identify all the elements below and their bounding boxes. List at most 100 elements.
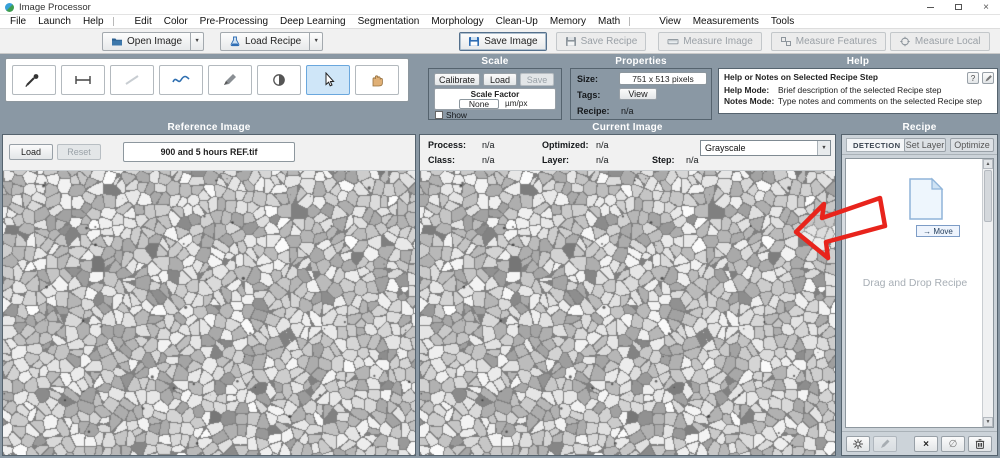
notes-pencil-icon	[985, 74, 992, 81]
scroll-up-icon: ▲	[985, 161, 991, 167]
help-question-icon: ?	[970, 73, 976, 83]
tool-pencil-button[interactable]	[208, 65, 252, 95]
open-image-dropdown-button[interactable]: ▼	[191, 31, 205, 51]
tool-pointer-select-button[interactable]	[306, 65, 350, 95]
recipe-value: n/a	[621, 106, 634, 116]
drag-and-drop-hint: Drag and Drop Recipe	[862, 277, 968, 289]
scroll-up-button[interactable]: ▲	[983, 159, 993, 169]
save-disk-icon	[565, 36, 576, 46]
size-value: 751 x 513 pixels	[619, 72, 707, 85]
optimize-button[interactable]: Optimize	[950, 138, 994, 152]
help-mode-text: Brief description of the selected Recipe…	[778, 85, 942, 95]
current-image-panel: Process: n/a Optimized: n/a Class: n/a L…	[419, 134, 836, 456]
tool-eyedropper-button[interactable]	[12, 65, 56, 95]
step-value: n/a	[686, 155, 699, 165]
menu-morphology[interactable]: Morphology	[425, 16, 489, 27]
recipe-delete-button[interactable]	[968, 436, 992, 452]
recipe-label: Recipe:	[577, 106, 610, 116]
tool-pan-hand-button[interactable]	[355, 65, 399, 95]
close-button[interactable]: ×	[972, 0, 1000, 14]
show-scale-label: Show	[446, 110, 467, 120]
menu-pre-processing[interactable]: Pre-Processing	[194, 16, 274, 27]
recipe-scrollbar[interactable]: ▲ ▼	[982, 159, 993, 427]
save-recipe-label: Save Recipe	[580, 35, 638, 47]
measure-local-label: Measure Local	[914, 35, 981, 47]
recipe-edit-button[interactable]	[873, 436, 897, 452]
reference-controls-strip: Load Reset 900 and 5 hours REF.tif	[3, 135, 415, 171]
menu-segmentation[interactable]: Segmentation	[352, 16, 426, 27]
menu-separator	[112, 17, 114, 26]
save-image-button[interactable]: Save Image	[459, 31, 547, 51]
load-recipe-button[interactable]: Load Recipe	[220, 31, 311, 51]
reference-image-canvas[interactable]	[3, 171, 415, 455]
display-mode-select[interactable]: Grayscale ▼	[700, 140, 831, 156]
recipe-disable-button[interactable]: ∅	[941, 436, 965, 452]
optimized-value: n/a	[596, 140, 609, 150]
class-label: Class:	[428, 155, 456, 165]
tool-contrast-button[interactable]	[257, 65, 301, 95]
menu-help[interactable]: Help	[77, 16, 110, 27]
help-box-title: Help or Notes on Selected Recipe Step	[724, 72, 879, 82]
measure-local-button[interactable]: Measure Local	[889, 31, 990, 51]
load-recipe-dropdown-button[interactable]: ▼	[310, 31, 324, 51]
measure-image-label: Measure Image	[683, 35, 753, 47]
menu-memory[interactable]: Memory	[544, 16, 592, 27]
menu-clean-up[interactable]: Clean-Up	[490, 16, 544, 27]
reference-reset-button[interactable]: Reset	[57, 144, 101, 160]
menu-edit[interactable]: Edit	[129, 16, 158, 27]
measure-image-button[interactable]: Measure Image	[658, 31, 762, 51]
menu-color[interactable]: Color	[158, 16, 194, 27]
detection-tab[interactable]: DETECTION	[846, 138, 908, 152]
help-mode-button[interactable]: ?	[967, 72, 979, 84]
trash-icon	[975, 439, 985, 449]
menu-tools[interactable]: Tools	[765, 16, 800, 27]
menu-launch[interactable]: Launch	[32, 16, 77, 27]
tags-label: Tags:	[577, 90, 601, 100]
layer-value: n/a	[596, 155, 609, 165]
show-scale-checkbox[interactable]	[435, 111, 443, 119]
clear-x-icon: ×	[923, 438, 929, 450]
tool-measure-line-button[interactable]	[61, 65, 105, 95]
step-label: Step:	[652, 155, 675, 165]
process-label: Process:	[428, 140, 467, 150]
recipe-clear-button[interactable]: ×	[914, 436, 938, 452]
process-value: n/a	[482, 140, 495, 150]
pan-hand-icon	[372, 75, 383, 87]
menu-measurements[interactable]: Measurements	[687, 16, 765, 27]
recipe-flask-icon	[230, 36, 240, 46]
tool-palette	[5, 58, 409, 102]
current-image-canvas[interactable]	[420, 171, 835, 455]
edit-pencil-icon	[881, 439, 890, 448]
scroll-down-icon: ▼	[985, 419, 991, 425]
menu-math[interactable]: Math	[592, 16, 626, 27]
menu-file[interactable]: File	[4, 16, 32, 27]
scale-load-button[interactable]: Load	[483, 73, 517, 86]
tool-profile-button[interactable]	[159, 65, 203, 95]
scroll-down-button[interactable]: ▼	[983, 417, 993, 427]
recipe-drop-area[interactable]: → Move Drag and Drop Recipe ▲ ▼	[845, 158, 994, 428]
move-drag-label: → Move	[916, 225, 960, 237]
notes-mode-button[interactable]	[982, 72, 994, 84]
tags-view-button[interactable]: View	[619, 88, 657, 100]
menu-view[interactable]: View	[653, 16, 687, 27]
menu-deep-learning[interactable]: Deep Learning	[274, 16, 352, 27]
scale-factor-value[interactable]: None	[459, 99, 499, 109]
open-image-button[interactable]: Open Image	[102, 31, 192, 51]
scale-save-button[interactable]: Save	[520, 73, 554, 86]
set-layer-button[interactable]: Set Layer	[904, 138, 946, 152]
calibrate-button[interactable]: Calibrate	[434, 73, 480, 86]
tool-line-button[interactable]	[110, 65, 154, 95]
recipe-settings-button[interactable]	[846, 436, 870, 452]
scrollbar-thumb[interactable]	[984, 170, 992, 222]
minimize-button[interactable]	[916, 0, 944, 14]
maximize-button[interactable]	[944, 0, 972, 14]
reference-load-button[interactable]: Load	[9, 144, 53, 160]
scale-unit-label: µm/px	[505, 99, 528, 108]
measure-features-button[interactable]: Measure Features	[770, 31, 886, 51]
scale-panel-header: Scale	[481, 56, 509, 67]
reference-image-panel: Load Reset 900 and 5 hours REF.tif	[2, 134, 416, 456]
measure-features-label: Measure Features	[795, 35, 877, 47]
reference-panel-header: Reference Image	[167, 122, 251, 133]
dropdown-arrow-icon: ▼	[194, 38, 200, 44]
save-recipe-button[interactable]: Save Recipe	[555, 31, 647, 51]
